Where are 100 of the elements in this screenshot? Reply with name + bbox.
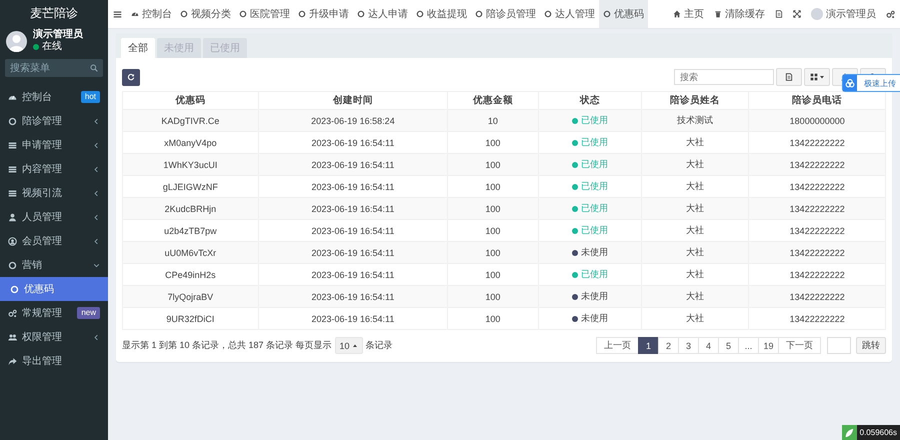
user-name: 演示管理员 [33, 29, 83, 40]
sidebar-item[interactable]: 申请管理 [0, 133, 108, 157]
menu-icon [113, 10, 122, 18]
person-icon [8, 212, 17, 222]
columns-button[interactable] [804, 68, 830, 86]
page-button[interactable]: ... [738, 337, 759, 354]
table-cell: 2023-06-19 16:54:11 [258, 308, 448, 330]
nav-tab[interactable]: 陪诊员管理 [471, 0, 540, 28]
refresh-button[interactable] [122, 68, 140, 86]
table-cell: 100 [448, 242, 538, 264]
admin-menu[interactable]: 演示管理员 [806, 0, 881, 28]
user-icon [8, 236, 17, 246]
sidebar-item[interactable]: 内容管理 [0, 157, 108, 181]
page-button[interactable]: 2 [658, 337, 679, 354]
circle-icon [180, 10, 188, 18]
table-cell: 13422222222 [748, 242, 886, 264]
filter-tab[interactable]: 全部 [121, 38, 155, 58]
column-header: 创建时间 [258, 92, 448, 110]
status-text: 已使用 [580, 202, 608, 215]
leaf-icon [844, 428, 854, 438]
nav-tab[interactable]: 达人申请 [353, 0, 412, 28]
trash-icon [714, 10, 722, 18]
page-button[interactable]: 19 [758, 337, 779, 354]
table-cell: 7lyQojraBV [122, 286, 258, 308]
sidebar-subitem[interactable]: 优惠码 [0, 277, 108, 301]
nav-tab[interactable]: 达人管理 [540, 0, 599, 28]
page-button[interactable]: 4 [698, 337, 719, 354]
nav-tab[interactable]: 优惠码 [599, 0, 648, 28]
toggle-view-button[interactable] [776, 68, 802, 86]
page-size-select[interactable]: 10 [334, 337, 363, 354]
menu-badge: new [77, 307, 100, 319]
next-page-button[interactable]: 下一页 [778, 337, 821, 354]
debug-timer[interactable]: 0.059606s [842, 425, 900, 440]
list-icon [8, 164, 17, 174]
document-icon [785, 73, 793, 81]
prev-page-button[interactable]: 上一页 [596, 337, 639, 354]
gears-icon [8, 308, 17, 318]
menu-search-field[interactable]: 搜索菜单 [5, 59, 103, 77]
status-text: 已使用 [580, 180, 608, 193]
table-cell: 大社 [641, 242, 749, 264]
search-field[interactable]: 搜索 [674, 69, 774, 85]
table-cell: 100 [448, 154, 538, 176]
status-text: 未使用 [580, 312, 608, 325]
table-cell: 技术测试 [641, 110, 749, 132]
sidebar-item[interactable]: 权限管理 [0, 325, 108, 349]
menu-badge: hot [80, 91, 100, 103]
sidebar-item[interactable]: 视频引流 [0, 181, 108, 205]
nav-tab[interactable]: 升级申请 [294, 0, 353, 28]
table-cell: 大社 [641, 308, 749, 330]
table-cell: uU0M6vTcXr [122, 242, 258, 264]
table-cell: 10 [448, 110, 538, 132]
sidebar-item[interactable]: 控制台 hot [0, 85, 108, 109]
sidebar-item[interactable]: 人员管理 [0, 205, 108, 229]
share-icon [8, 356, 17, 366]
page-button[interactable]: 1 [638, 337, 659, 354]
sidebar-item[interactable]: 导出管理 [0, 349, 108, 373]
circle-icon [298, 10, 306, 18]
clear-cache-button[interactable]: 清除缓存 [709, 0, 770, 28]
chevron-icon [93, 214, 100, 220]
avatar [6, 30, 27, 52]
page-button[interactable]: 5 [718, 337, 739, 354]
sidebar-item[interactable]: 会员管理 [0, 229, 108, 253]
circle-icon [603, 10, 611, 18]
page-button[interactable]: 3 [678, 337, 699, 354]
nav-tab[interactable]: 医院管理 [235, 0, 294, 28]
table-cell: 1WhKY3ucUI [122, 154, 258, 176]
circle-icon [10, 284, 19, 294]
table-cell: 9UR32fDiCI [122, 308, 258, 330]
chevron-icon [93, 166, 100, 172]
user-status: 在线 [42, 41, 62, 53]
circle-icon [544, 10, 552, 18]
chevron-icon [93, 190, 100, 196]
table-cell: 2023-06-19 16:54:11 [258, 154, 448, 176]
circle-icon [8, 116, 17, 126]
table-cell: 2023-06-19 16:58:24 [258, 110, 448, 132]
nav-tab[interactable]: 控制台 [127, 0, 176, 28]
table-cell: 2KudcBRHjn [122, 198, 258, 220]
status-text: 未使用 [580, 246, 608, 259]
table-cell: 大社 [641, 154, 749, 176]
avatar [811, 8, 823, 20]
cloud-icon [845, 78, 855, 88]
sidebar-item[interactable]: 陪诊管理 [0, 109, 108, 133]
jump-button[interactable]: 跳转 [856, 337, 886, 354]
upload-toast[interactable]: 极速上传 [842, 74, 900, 92]
pagination-summary: 显示第 1 到第 10 条记录，总共 187 条记录 每页显示 [122, 339, 332, 352]
table-cell: KADgTIVR.Ce [122, 110, 258, 132]
users-icon [8, 332, 17, 342]
home-link[interactable]: 主页 [668, 0, 709, 28]
nav-tab[interactable]: 收益提现 [412, 0, 471, 28]
page-number-field[interactable] [827, 337, 851, 354]
gears-icon [886, 10, 895, 18]
table-cell: 大社 [641, 198, 749, 220]
status-text: 已使用 [580, 224, 608, 237]
speedometer-icon [131, 10, 139, 18]
sidebar-item[interactable]: 常规管理 new [0, 301, 108, 325]
column-header: 状态 [538, 92, 642, 110]
table-cell: 2023-06-19 16:54:11 [258, 198, 448, 220]
fullscreen-icon [793, 10, 801, 18]
sidebar-item[interactable]: 营销 [0, 253, 108, 277]
nav-tab[interactable]: 视频分类 [176, 0, 235, 28]
